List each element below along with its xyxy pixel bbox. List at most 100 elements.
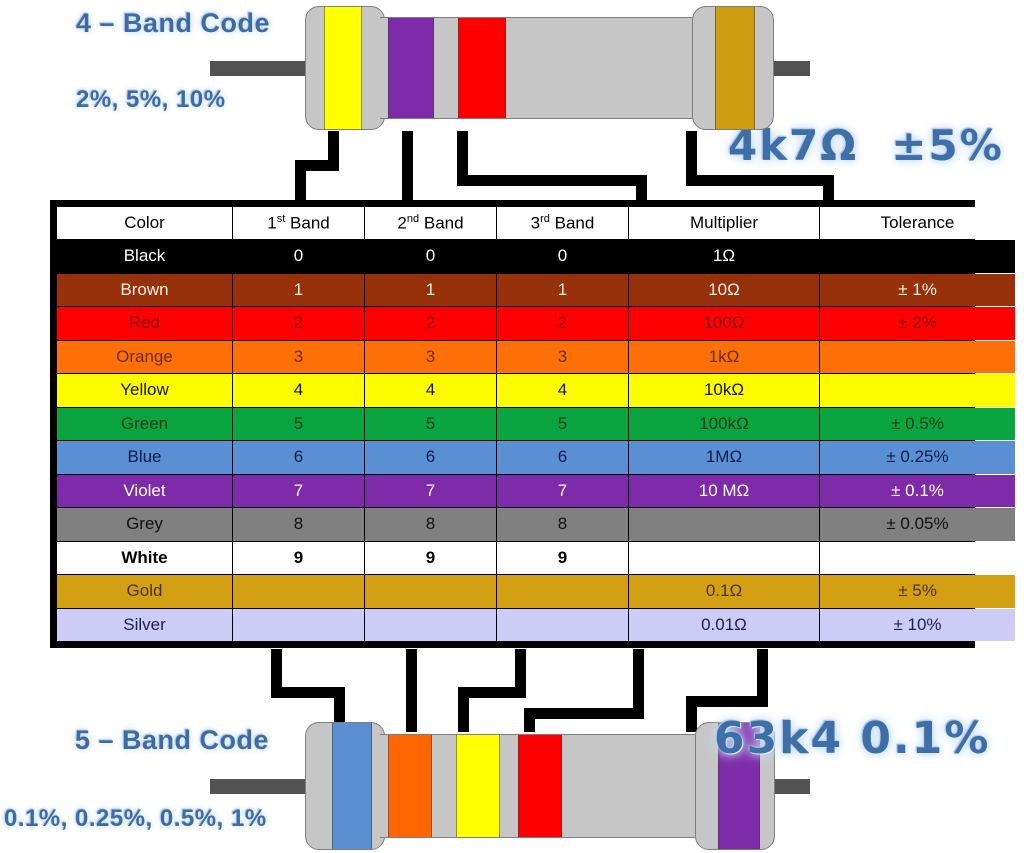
row-multiplier: 1MΩ: [629, 441, 819, 474]
row-band-1-digit: 2: [233, 307, 364, 340]
resistor-band-1-yellow: [324, 7, 362, 129]
row-tolerance: ± 0.25%: [820, 441, 1015, 474]
row-color-name: Black: [57, 240, 232, 273]
row-tolerance: [820, 340, 1015, 373]
row-band-2-digit: 2: [365, 307, 496, 340]
resistor5-band-1-blue: [332, 723, 372, 849]
row-band-2-digit: 1: [365, 273, 496, 306]
header-tolerance: Tolerance: [820, 207, 1015, 239]
row-band-3-digit: [497, 575, 628, 608]
row-band-1-digit: 8: [233, 508, 364, 541]
resistor-left-cap: [305, 6, 385, 130]
row-color-name: Grey: [57, 508, 232, 541]
row-multiplier: 1kΩ: [629, 340, 819, 373]
resistor-color-code-table: Color 1st Band 2nd Band 3rd Band Multipl…: [50, 200, 1015, 648]
row-tolerance: ± 0.05%: [820, 508, 1015, 541]
row-band-3-digit: 6: [497, 441, 628, 474]
connector5-band5-riser: [757, 649, 768, 696]
four-band-tolerances-label: 2%, 5%, 10%: [76, 86, 226, 113]
connector5-band2-vertical: [406, 649, 417, 732]
connector-band4-vertical: [686, 131, 697, 175]
four-band-tolerance-value: ±5%: [891, 121, 1004, 170]
connector5-band4-riser: [633, 649, 644, 719]
row-band-1-digit: 0: [233, 240, 364, 273]
resistor5-band-2-orange: [388, 735, 432, 837]
row-band-1-digit: 7: [233, 474, 364, 507]
row-tolerance: [820, 240, 1015, 273]
row-band-3-digit: 2: [497, 307, 628, 340]
connector-band3-drop: [636, 175, 647, 200]
table-row: Blue 6 6 6 1MΩ ± 0.25%: [57, 441, 1015, 474]
row-tolerance: [820, 541, 1015, 574]
row-band-3-digit: 5: [497, 407, 628, 440]
row-color-name: Red: [57, 307, 232, 340]
row-band-2-digit: [365, 608, 496, 641]
row-band-1-digit: 9: [233, 541, 364, 574]
connector5-band3-drop: [515, 649, 526, 694]
row-band-3-digit: 8: [497, 508, 628, 541]
resistor-right-cap: [692, 6, 774, 130]
row-tolerance: ± 2%: [820, 307, 1015, 340]
header-multiplier: Multiplier: [629, 207, 819, 239]
table-row: Violet 7 7 7 10 MΩ ± 0.1%: [57, 474, 1015, 507]
row-color-name: White: [57, 541, 232, 574]
five-band-value-label: 63k4 0.1%: [714, 713, 991, 764]
five-band-code-title: 5 – Band Code: [75, 725, 270, 755]
row-band-1-digit: 4: [233, 374, 364, 407]
connector-band4-horizontal: [686, 175, 834, 186]
row-multiplier: 100Ω: [629, 307, 819, 340]
row-band-3-digit: 1: [497, 273, 628, 306]
row-band-3-digit: 0: [497, 240, 628, 273]
header-color: Color: [57, 207, 232, 239]
row-color-name: Gold: [57, 575, 232, 608]
row-band-3-digit: 4: [497, 374, 628, 407]
table-row: Yellow 4 4 4 10kΩ: [57, 374, 1015, 407]
row-multiplier: [629, 508, 819, 541]
row-band-2-digit: 9: [365, 541, 496, 574]
row-tolerance: [820, 374, 1015, 407]
row-band-2-digit: 3: [365, 340, 496, 373]
row-band-3-digit: [497, 608, 628, 641]
row-band-2-digit: 7: [365, 474, 496, 507]
header-band-3: 3rd Band: [497, 207, 628, 239]
row-band-1-digit: [233, 608, 364, 641]
connector-band4-drop: [823, 175, 834, 200]
table-row: Black 0 0 0 1Ω: [57, 240, 1015, 273]
table-row: Silver 0.01Ω ± 10%: [57, 608, 1015, 641]
row-band-1-digit: 6: [233, 441, 364, 474]
connector-band1-drop: [295, 160, 306, 200]
row-band-2-digit: [365, 575, 496, 608]
resistor-body: [380, 17, 697, 119]
resistor5-band-3-yellow: [456, 735, 500, 837]
table-row: Green 5 5 5 100kΩ ± 0.5%: [57, 407, 1015, 440]
table-row: White 9 9 9: [57, 541, 1015, 574]
table-header-row: Color 1st Band 2nd Band 3rd Band Multipl…: [57, 207, 1015, 239]
four-band-resistor-diagram: [210, 6, 810, 130]
row-multiplier: 0.1Ω: [629, 575, 819, 608]
row-color-name: Blue: [57, 441, 232, 474]
header-band-2: 2nd Band: [365, 207, 496, 239]
row-tolerance: ± 0.5%: [820, 407, 1015, 440]
table-row: Red 2 2 2 100Ω ± 2%: [57, 307, 1015, 340]
table-row: Gold 0.1Ω ± 5%: [57, 575, 1015, 608]
row-multiplier: [629, 541, 819, 574]
row-band-2-digit: 0: [365, 240, 496, 273]
resistor-lead-left: [210, 61, 315, 76]
row-tolerance: ± 0.1%: [820, 474, 1015, 507]
connector5-band5-bar: [686, 696, 768, 707]
connector-band3-horizontal: [457, 175, 647, 186]
row-color-name: Yellow: [57, 374, 232, 407]
resistor-band-4-gold-tolerance: [715, 7, 755, 129]
row-multiplier: 10kΩ: [629, 374, 819, 407]
resistor5-band-4-red-multiplier: [518, 735, 562, 837]
resistor5-lead-left: [210, 779, 315, 794]
row-band-2-digit: 4: [365, 374, 496, 407]
connector-band2-vertical: [402, 131, 413, 200]
connector5-band4-bar: [524, 708, 644, 719]
row-tolerance: ± 1%: [820, 273, 1015, 306]
row-color-name: Orange: [57, 340, 232, 373]
row-band-2-digit: 8: [365, 508, 496, 541]
row-multiplier: 0.01Ω: [629, 608, 819, 641]
table-row: Orange 3 3 3 1kΩ: [57, 340, 1015, 373]
row-tolerance: ± 5%: [820, 575, 1015, 608]
